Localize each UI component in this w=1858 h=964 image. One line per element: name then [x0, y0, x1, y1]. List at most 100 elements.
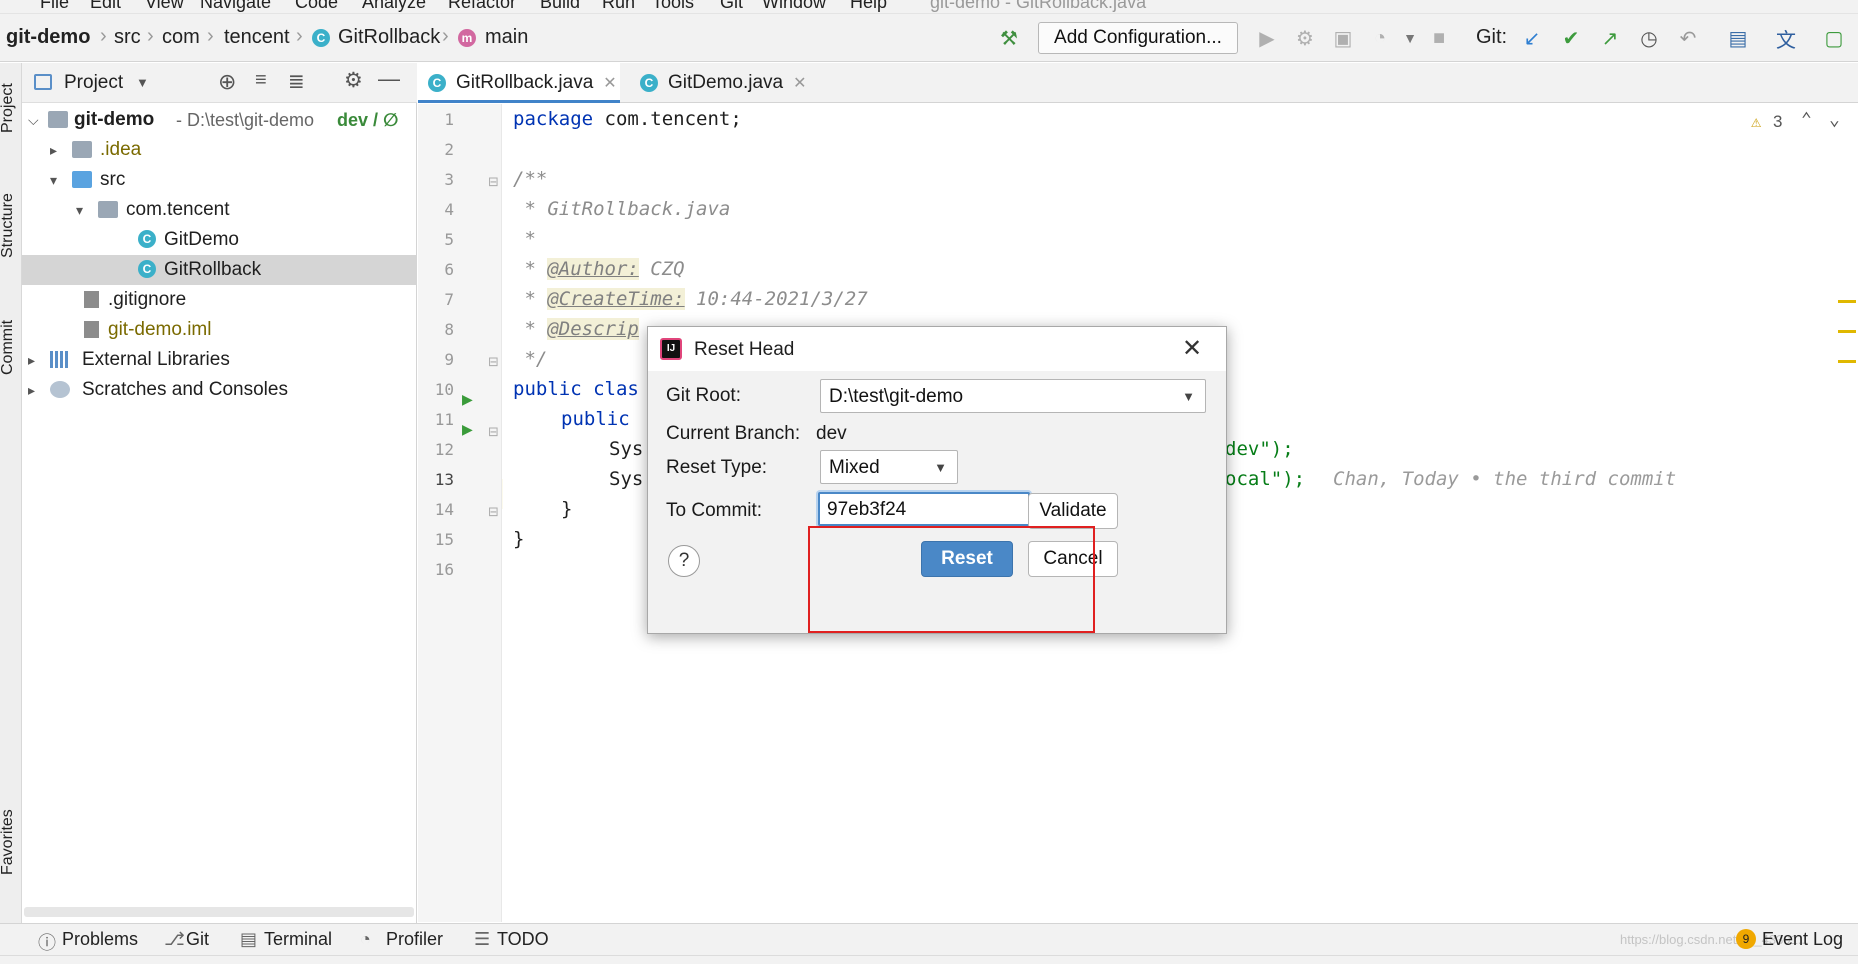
rollback-icon[interactable]: ↶ [1674, 24, 1702, 52]
horizontal-scrollbar[interactable] [24, 907, 414, 917]
chevron-right-icon[interactable]: ▸ [28, 345, 35, 375]
tab-gitrollback[interactable]: C GitRollback.java ✕ [418, 63, 620, 103]
warning-count: 3 [1773, 112, 1783, 131]
reset-button[interactable]: Reset [921, 541, 1013, 577]
fold-icon[interactable]: ⊟ [488, 504, 499, 520]
menu-run[interactable]: Run [602, 0, 635, 13]
run-gutter-icon[interactable]: ▶ [462, 391, 473, 408]
validate-button[interactable]: Validate [1028, 493, 1118, 529]
tree-item-scratches[interactable]: ▸ Scratches and Consoles [22, 375, 417, 405]
tab-structure[interactable]: Structure [0, 193, 17, 258]
git-tab[interactable]: Git [186, 929, 209, 950]
chevron-down-icon[interactable]: ▾ [76, 195, 83, 225]
tree-item-package[interactable]: ▾ com.tencent [22, 195, 417, 225]
minimize-icon[interactable]: — [378, 66, 400, 92]
tree-item-label: .idea [100, 139, 142, 160]
add-configuration-button[interactable]: Add Configuration... [1038, 22, 1238, 54]
profiler-tab[interactable]: Profiler [386, 929, 443, 950]
tree-item-idea[interactable]: ▸ .idea [22, 135, 417, 165]
run-gutter-icon[interactable]: ▶ [462, 421, 473, 438]
presentation-icon[interactable]: ▢ [1820, 24, 1848, 52]
chevron-down-icon[interactable]: ▼ [1396, 24, 1424, 52]
tree-item-gitignore[interactable]: .gitignore [22, 285, 417, 315]
translate-icon[interactable]: 文 [1772, 24, 1800, 52]
close-icon[interactable]: ✕ [1182, 334, 1202, 363]
profile-icon[interactable]: ◔ [1366, 24, 1394, 52]
build-hammer-icon[interactable]: ⚒ [995, 24, 1023, 52]
reset-type-select[interactable]: Mixed ▼ [820, 450, 958, 484]
fold-icon[interactable]: ⊟ [488, 174, 499, 190]
git-label: Git: [1476, 26, 1508, 48]
warning-stripe[interactable] [1838, 300, 1856, 303]
help-button[interactable]: ? [668, 545, 700, 577]
menu-navigate[interactable]: Navigate [200, 0, 271, 13]
git-push-icon[interactable]: ↗ [1596, 24, 1624, 52]
dialog-title: Reset Head [694, 339, 795, 360]
project-view-icon [34, 74, 52, 90]
breadcrumb-project[interactable]: git-demo [6, 26, 90, 49]
chevron-down-icon[interactable]: ▾ [50, 165, 57, 195]
tree-item-src[interactable]: ▾ src [22, 165, 417, 195]
git-commit-icon[interactable]: ✔ [1557, 24, 1585, 52]
breadcrumb-method[interactable]: main [485, 26, 528, 49]
menu-file[interactable]: File [40, 0, 69, 13]
event-log-tab[interactable]: Event Log [1762, 929, 1843, 950]
coverage-icon[interactable]: ▣ [1329, 24, 1357, 52]
menu-help[interactable]: Help [850, 0, 887, 13]
git-root-select[interactable]: D:\test\git-demo ▼ [820, 379, 1206, 413]
warning-stripe[interactable] [1838, 330, 1856, 333]
expand-all-icon[interactable]: ≡ [255, 69, 267, 92]
chevron-right-icon[interactable]: ▸ [50, 135, 57, 165]
warning-stripe[interactable] [1838, 360, 1856, 363]
warning-icon[interactable]: ⚠ [1751, 112, 1761, 132]
problems-tab[interactable]: Problems [62, 929, 138, 950]
breadcrumb-src[interactable]: src [114, 26, 141, 49]
menu-window[interactable]: Window [762, 0, 826, 13]
tab-gitdemo[interactable]: C GitDemo.java ✕ [630, 63, 820, 103]
menu-git[interactable]: Git [720, 0, 743, 13]
tree-item-gitrollback[interactable]: C GitRollback [22, 255, 417, 285]
debug-icon[interactable]: ⚙ [1291, 24, 1319, 52]
next-highlight-icon[interactable]: ⌄ [1829, 109, 1840, 130]
gear-icon[interactable]: ⚙ [344, 68, 363, 93]
menu-edit[interactable]: Edit [90, 0, 121, 13]
fold-icon[interactable]: ⊟ [488, 424, 499, 440]
menu-tools[interactable]: Tools [652, 0, 694, 13]
collapse-all-icon[interactable]: ≣ [288, 69, 305, 94]
todo-tab[interactable]: TODO [497, 929, 549, 950]
stop-icon[interactable]: ■ [1425, 24, 1453, 52]
tab-favorites[interactable]: Favorites [0, 809, 17, 875]
close-icon[interactable]: ✕ [793, 75, 806, 92]
chevron-down-icon[interactable]: ⌵ [28, 105, 39, 135]
chevron-down-icon[interactable]: ▼ [934, 460, 947, 475]
project-structure-icon[interactable]: ▤ [1724, 24, 1752, 52]
tab-project[interactable]: Project [0, 83, 17, 133]
tree-item-iml[interactable]: git-demo.iml [22, 315, 417, 345]
chevron-down-icon[interactable]: ▼ [136, 75, 149, 90]
previous-highlight-icon[interactable]: ⌃ [1801, 109, 1812, 130]
terminal-tab[interactable]: Terminal [264, 929, 332, 950]
run-icon[interactable]: ▶ [1253, 24, 1281, 52]
tab-commit[interactable]: Commit [0, 320, 17, 375]
fold-icon[interactable]: ⊟ [488, 354, 499, 370]
close-icon[interactable]: ✕ [603, 75, 616, 92]
cancel-button[interactable]: Cancel [1028, 541, 1118, 577]
menu-refactor[interactable]: Refactor [448, 0, 516, 13]
tree-item-external-libraries[interactable]: ▸ External Libraries [22, 345, 417, 375]
menu-view[interactable]: View [145, 0, 184, 13]
tree-item-gitdemo[interactable]: C GitDemo [22, 225, 417, 255]
chevron-down-icon[interactable]: ▼ [1182, 389, 1195, 404]
to-commit-input[interactable]: 97eb3f24 [818, 492, 1030, 526]
history-icon[interactable]: ◷ [1635, 24, 1663, 52]
menu-code[interactable]: Code [295, 0, 338, 13]
breadcrumb-class[interactable]: GitRollback [338, 26, 440, 49]
git-update-icon[interactable]: ↙ [1518, 24, 1546, 52]
chevron-right-icon[interactable]: ▸ [28, 375, 35, 405]
menu-build[interactable]: Build [540, 0, 580, 13]
breadcrumb-com[interactable]: com [162, 26, 200, 49]
breadcrumb-tencent[interactable]: tencent [224, 26, 290, 49]
locate-icon[interactable]: ⊕ [218, 69, 236, 95]
menu-analyze[interactable]: Analyze [362, 0, 426, 13]
project-panel-title[interactable]: Project [64, 72, 123, 94]
tree-item-git-demo[interactable]: ⌵ git-demo - D:\test\git-demo dev / ∅ [22, 105, 417, 135]
